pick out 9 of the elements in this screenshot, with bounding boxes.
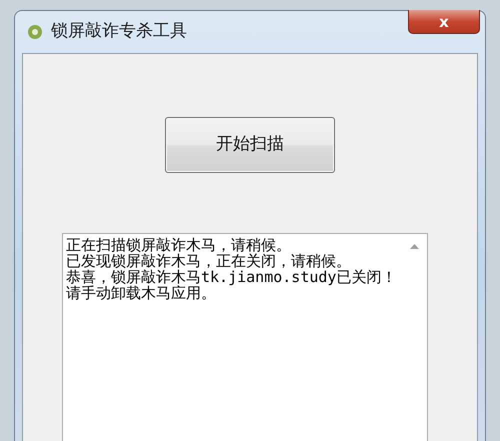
scan-button[interactable]: 开始扫描 (165, 117, 335, 173)
log-line: 正在扫描锁屏敲诈木马，请稍候。 (66, 237, 291, 253)
app-icon (27, 24, 43, 40)
close-button[interactable]: x (408, 10, 480, 34)
window-title: 锁屏敲诈专杀工具 (51, 20, 187, 44)
log-line: 恭喜，锁屏敲诈木马tk.jianmo.study已关闭！请手动卸载木马应用。 (66, 269, 398, 301)
log-line: 已发现锁屏敲诈木马，正在关闭，请稍候。 (66, 253, 352, 269)
scroll-up-icon[interactable] (410, 244, 418, 249)
log-area[interactable]: 正在扫描锁屏敲诈木马，请稍候。 已发现锁屏敲诈木马，正在关闭，请稍候。 恭喜，锁屏敲诈木马tk.jianmo.study已关闭！请手动卸载木马应用。 (62, 233, 428, 441)
